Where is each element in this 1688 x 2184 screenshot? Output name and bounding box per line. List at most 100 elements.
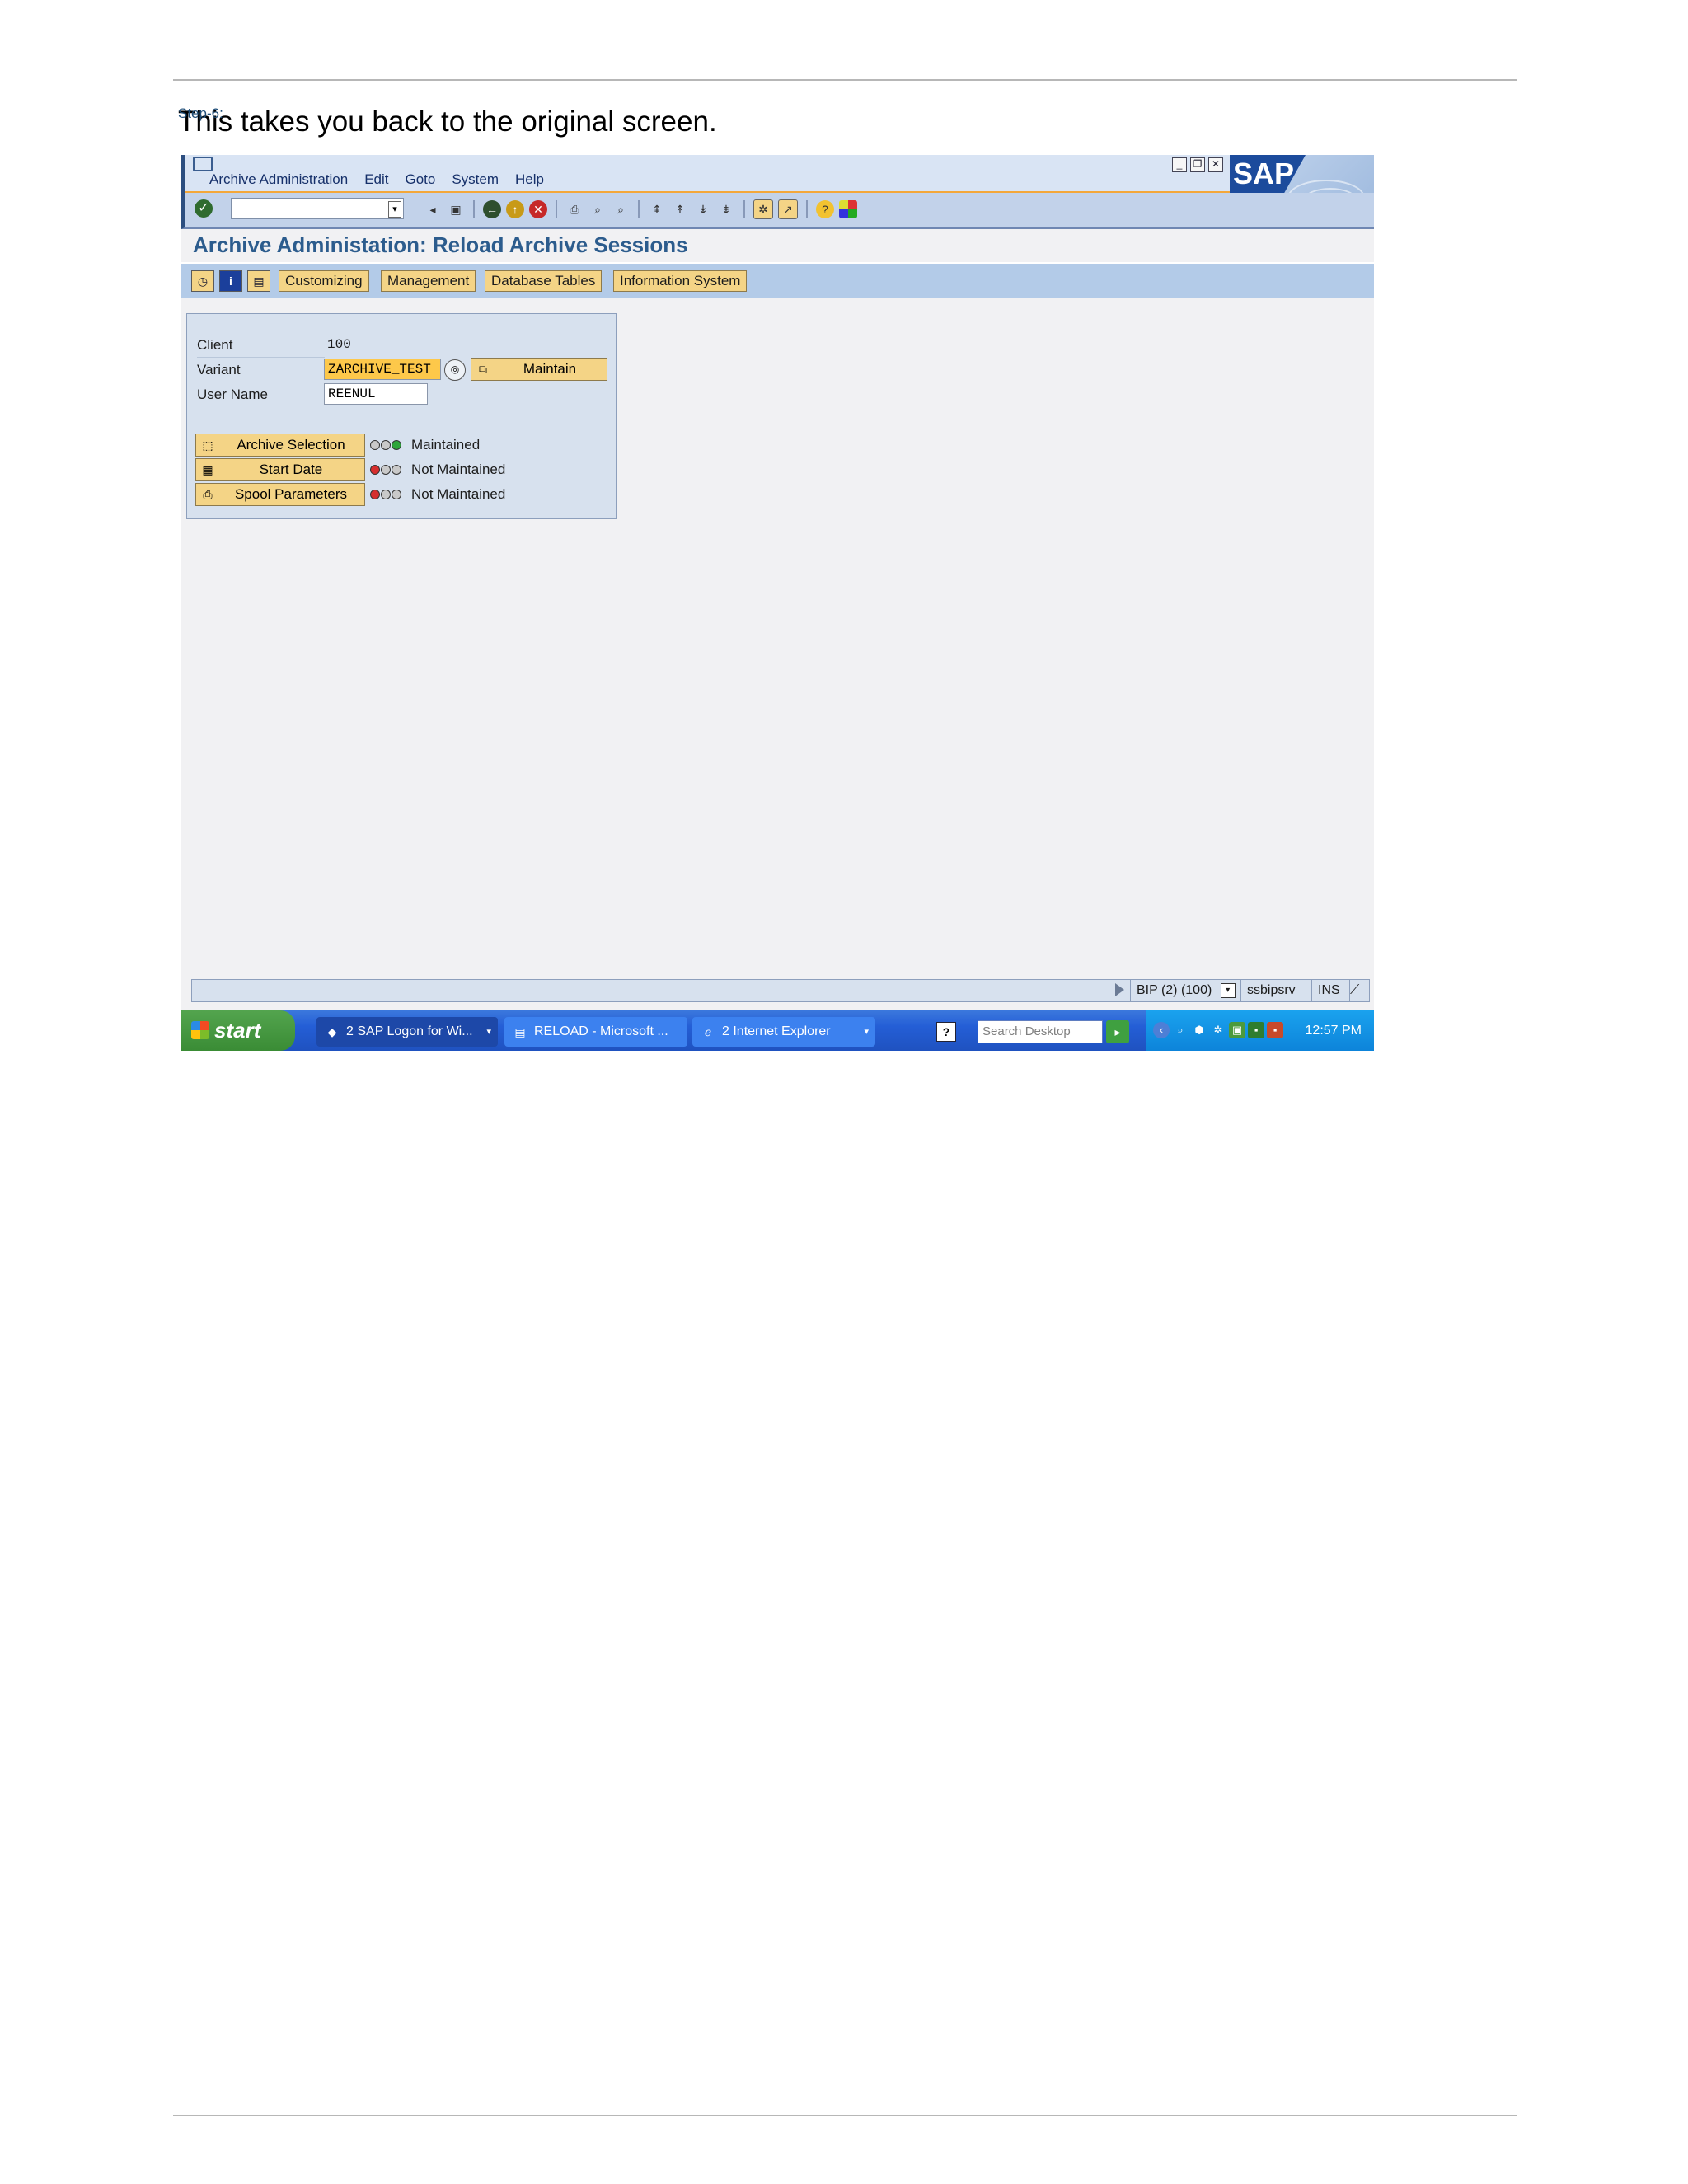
application-toolbar: ◷ i ▤ Customizing Management Database Ta…: [181, 262, 1374, 298]
menu-help[interactable]: Help: [515, 171, 544, 188]
minimize-icon[interactable]: _: [1172, 157, 1187, 172]
menu-goto[interactable]: Goto: [405, 171, 435, 188]
tray-search-icon[interactable]: ⌕: [1172, 1022, 1189, 1038]
printer-icon: ⎙: [203, 488, 213, 501]
task-word-label: RELOAD - Microsoft ...: [534, 1024, 668, 1038]
group-arrow-icon: ▾: [486, 1027, 491, 1037]
variant-display-icon[interactable]: ◎: [444, 359, 466, 381]
menu-system[interactable]: System: [452, 171, 499, 188]
close-icon[interactable]: ✕: [1208, 157, 1223, 172]
job-overview-icon[interactable]: ▤: [247, 270, 270, 292]
client-label: Client: [197, 337, 233, 353]
tray-expand-icon[interactable]: ‹: [1153, 1022, 1170, 1038]
user-name-label: User Name: [197, 387, 268, 402]
status-expand-icon[interactable]: [1115, 983, 1124, 996]
find-icon[interactable]: ⌕: [588, 200, 607, 218]
maintain-icon: ⧉: [479, 363, 487, 376]
first-page-icon[interactable]: ⇞: [648, 200, 666, 218]
system-dropdown-icon[interactable]: ▾: [1220, 982, 1236, 998]
info-icon[interactable]: i: [219, 270, 242, 292]
light-red: [370, 465, 380, 475]
row-divider: [197, 357, 325, 358]
user-name-input[interactable]: REENUL: [324, 383, 428, 405]
save-icon[interactable]: ▣: [447, 200, 465, 218]
group-arrow-icon: ▾: [864, 1027, 869, 1037]
selection-icon: ⬚: [202, 438, 213, 452]
system-menu-icon[interactable]: [193, 157, 213, 171]
start-label: start: [214, 1018, 261, 1043]
cancel-icon[interactable]: ✕: [529, 200, 547, 218]
spool-parameters-label: Spool Parameters: [234, 486, 348, 502]
window-controls: _ ❐ ✕: [1172, 157, 1223, 172]
management-button[interactable]: Management: [381, 270, 476, 292]
status-lights: [370, 465, 401, 475]
help-icon[interactable]: ?: [816, 200, 834, 218]
spool-parameters-status: Not Maintained: [411, 486, 506, 502]
find-next-icon[interactable]: ⌕: [612, 200, 630, 218]
tray-security-icon[interactable]: ▪: [1267, 1022, 1283, 1038]
help-quicklaunch-icon[interactable]: ?: [936, 1022, 956, 1042]
archive-selection-status: Maintained: [411, 437, 481, 452]
tray-icons: ‹ ⌕ ⬢ ✲ ▣ ▪ ▪: [1153, 1022, 1283, 1038]
system-info-text: BIP (2) (100): [1137, 983, 1212, 997]
sap-window-screenshot: Archive Administration Edit Goto System …: [181, 155, 1374, 1051]
start-button[interactable]: start: [181, 1010, 295, 1051]
menu-edit[interactable]: Edit: [364, 171, 388, 188]
layout-menu-icon[interactable]: [839, 200, 857, 218]
last-page-icon[interactable]: ⇟: [717, 200, 735, 218]
windows-flag-icon: [191, 1021, 209, 1039]
information-system-button[interactable]: Information System: [613, 270, 748, 292]
tray-monitor-icon[interactable]: ▪: [1248, 1022, 1264, 1038]
task-word-document[interactable]: ▤ RELOAD - Microsoft ...: [504, 1017, 687, 1047]
desktop-search-input[interactable]: Search Desktop: [978, 1020, 1103, 1043]
maintain-label: Maintain: [523, 361, 577, 377]
command-history-icon[interactable]: ▾: [388, 201, 401, 218]
internet-explorer-icon: ℯ: [704, 1025, 712, 1038]
insert-mode[interactable]: INS: [1311, 980, 1346, 1001]
page-title: Archive Administation: Reload Archive Se…: [193, 232, 688, 257]
toolbar-separator: [743, 200, 745, 218]
command-field[interactable]: ▾: [231, 198, 404, 219]
spool-parameters-button[interactable]: ⎙ Spool Parameters: [195, 483, 365, 506]
search-go-icon[interactable]: ▸: [1106, 1020, 1129, 1043]
archive-selection-button[interactable]: ⬚ Archive Selection: [195, 434, 365, 457]
back-icon[interactable]: ←: [483, 200, 501, 218]
variant-input[interactable]: ZARCHIVE_TEST: [324, 359, 441, 380]
light-yellow: [381, 440, 391, 450]
menu-bar: Archive Administration Edit Goto System …: [209, 171, 544, 188]
step-label: Step-6:: [178, 105, 223, 121]
system-tray: ‹ ⌕ ⬢ ✲ ▣ ▪ ▪ 12:57 PM: [1146, 1010, 1374, 1051]
light-green: [392, 490, 401, 499]
database-tables-button[interactable]: Database Tables: [485, 270, 603, 292]
light-yellow: [381, 490, 391, 499]
enter-check-icon[interactable]: ✓: [195, 199, 213, 218]
back-arrow-small-icon[interactable]: ◂: [424, 200, 442, 218]
reload-parameters-panel: Client 100 Variant ZARCHIVE_TEST ◎ ⧉ Mai…: [186, 313, 617, 519]
toolbar-icons: ◂ ▣ ← ↑ ✕ ⎙ ⌕ ⌕ ⇞ ↟ ↡ ⇟ ✲ ↗ ?: [424, 199, 857, 219]
tray-gear-icon[interactable]: ✲: [1210, 1022, 1226, 1038]
task-sap-logon[interactable]: ◆ 2 SAP Logon for Wi... ▾: [316, 1017, 498, 1047]
customizing-button[interactable]: Customizing: [279, 270, 369, 292]
menu-archive-administration[interactable]: Archive Administration: [209, 171, 348, 188]
task-ie-label: 2 Internet Explorer: [722, 1024, 831, 1038]
tray-network-icon[interactable]: ⬢: [1191, 1022, 1207, 1038]
status-lights: [370, 490, 401, 499]
next-page-icon[interactable]: ↡: [694, 200, 712, 218]
status-lights: [370, 440, 401, 450]
shortcut-icon[interactable]: ↗: [778, 199, 798, 219]
restore-icon[interactable]: ❐: [1190, 157, 1205, 172]
exit-icon[interactable]: ↑: [506, 200, 524, 218]
new-session-icon[interactable]: ✲: [753, 199, 773, 219]
server-name: ssbipsrv: [1240, 980, 1301, 1001]
resize-grip-icon[interactable]: ⟋: [1349, 980, 1370, 1001]
toolbar-separator: [556, 200, 557, 218]
task-internet-explorer[interactable]: ℯ 2 Internet Explorer ▾: [692, 1017, 875, 1047]
clock-execute-icon[interactable]: ◷: [191, 270, 214, 292]
tray-app-icon[interactable]: ▣: [1229, 1022, 1245, 1038]
taskbar-clock[interactable]: 12:57 PM: [1306, 1010, 1362, 1051]
maintain-button[interactable]: ⧉ Maintain: [471, 358, 607, 381]
print-icon[interactable]: ⎙: [565, 200, 584, 218]
previous-page-icon[interactable]: ↟: [671, 200, 689, 218]
start-date-button[interactable]: ▦ Start Date: [195, 458, 365, 481]
standard-toolbar: ✓ ▾ ◂ ▣ ← ↑ ✕ ⎙ ⌕ ⌕ ⇞ ↟ ↡ ⇟ ✲ ↗ ?: [181, 193, 1374, 229]
